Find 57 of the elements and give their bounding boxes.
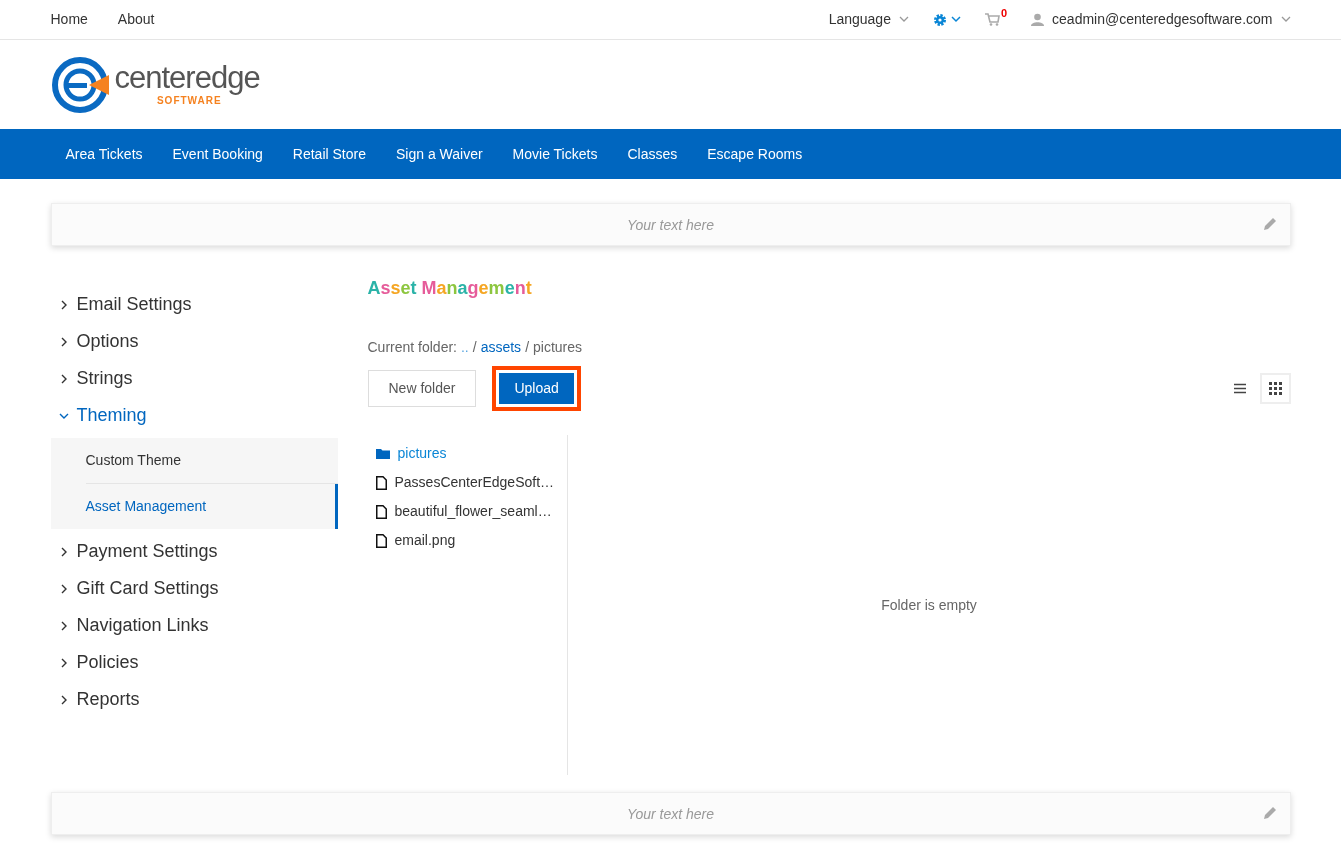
sidebar-item[interactable]: Payment Settings (50, 533, 226, 570)
chevron-down-icon (950, 16, 961, 23)
banner-text-field[interactable]: Your text here (50, 203, 1291, 246)
file-icon (375, 533, 387, 548)
sidebar-item[interactable]: Options (50, 323, 147, 360)
cart-count: 0 (1000, 6, 1008, 21)
breadcrumb-label: Current folder: (367, 338, 457, 357)
folder-item[interactable]: pictures (367, 439, 455, 468)
sidebar-item[interactable]: Policies (50, 644, 147, 681)
nav-link[interactable]: Home (50, 9, 88, 30)
breadcrumb-link[interactable]: assets (480, 337, 522, 358)
nav-link[interactable]: Event Booking (157, 129, 278, 179)
chevron-down-icon (1280, 16, 1291, 23)
nav-link[interactable]: Retail Store (277, 129, 381, 179)
nav-link[interactable]: Area Tickets (50, 129, 158, 179)
sidebar-item[interactable]: Reports (50, 681, 148, 718)
nav-link[interactable]: About (117, 9, 155, 30)
submenu-item[interactable]: Custom Theme (50, 438, 338, 483)
list-icon (1234, 383, 1246, 394)
settings-dropdown[interactable] (932, 12, 961, 27)
nav-link[interactable]: Classes (612, 129, 693, 179)
page-title: Asset Management (367, 277, 533, 300)
pencil-icon (1262, 806, 1277, 820)
logo-text: centeredge (114, 61, 260, 93)
user-icon (1031, 13, 1045, 26)
file-item[interactable]: email.png (367, 526, 464, 555)
file-item[interactable]: PassesCenterEdgeSoft… (367, 468, 563, 497)
logo-tagline: SOFTWARE (156, 94, 222, 108)
new-folder-button[interactable]: New folder (367, 370, 477, 407)
file-icon (375, 475, 387, 490)
nav-link[interactable]: Escape Rooms (692, 129, 818, 179)
chevron-down-icon (898, 16, 909, 23)
sidebar-item[interactable]: Navigation Links (50, 607, 217, 644)
banner-text-field[interactable]: Your text here (50, 792, 1291, 835)
breadcrumb-separator: / (525, 338, 529, 357)
cart-icon (984, 13, 1000, 26)
pencil-icon (1262, 217, 1277, 231)
user-dropdown[interactable]: ceadmin@centeredgesoftware.com (1031, 9, 1291, 30)
file-icon (375, 504, 387, 519)
submenu-item[interactable]: Asset Management (50, 484, 338, 529)
nav-link[interactable]: Sign a Waiver (381, 129, 498, 179)
breadcrumb-current: pictures (533, 338, 583, 357)
nav-link[interactable]: Movie Tickets (497, 129, 613, 179)
upload-button[interactable]: Upload (499, 373, 574, 404)
grid-view-button[interactable] (1259, 373, 1291, 404)
settings-icon (932, 12, 947, 27)
sidebar-item[interactable]: Gift Card Settings (50, 570, 227, 607)
breadcrumb-separator: / (472, 338, 477, 357)
sidebar-item[interactable]: Theming (50, 397, 155, 434)
sidebar-item[interactable]: Email Settings (50, 286, 200, 323)
empty-folder-message: Folder is empty (881, 595, 977, 615)
folder-icon (375, 447, 390, 460)
language-dropdown[interactable]: Language (828, 9, 909, 30)
sidebar-item[interactable]: Strings (50, 360, 141, 397)
grid-icon (1268, 382, 1282, 395)
logo-icon (50, 54, 111, 115)
file-item[interactable]: beautiful_flower_seaml… (367, 497, 560, 526)
